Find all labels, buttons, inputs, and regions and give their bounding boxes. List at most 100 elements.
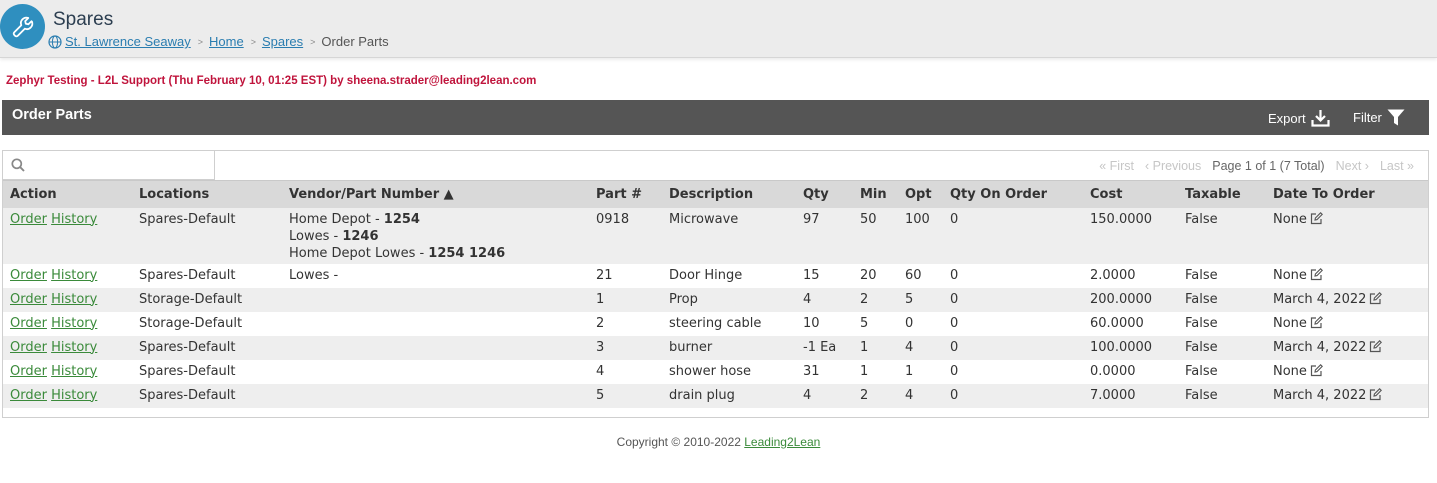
location-cell: Spares-Default <box>132 207 282 264</box>
description-cell: burner <box>662 335 796 360</box>
breadcrumb-home-link[interactable]: Home <box>209 34 244 49</box>
vendor-part-number: 1246 <box>342 228 379 244</box>
location-cell: Storage-Default <box>139 315 243 331</box>
order-link[interactable]: Order <box>10 268 47 283</box>
date-to-order-value: March 4, 2022 <box>1273 291 1367 307</box>
edit-icon[interactable] <box>1369 291 1383 310</box>
edit-icon[interactable] <box>1369 339 1383 358</box>
vendor-cell <box>282 383 589 408</box>
column-header-part-number[interactable]: Part # <box>589 180 662 208</box>
history-link[interactable]: History <box>51 340 97 355</box>
breadcrumb-spares-link[interactable]: Spares <box>262 34 303 49</box>
order-parts-grid: « First ‹ Previous Page 1 of 1 (7 Total)… <box>2 150 1429 418</box>
pager-last[interactable]: Last » <box>1380 159 1414 173</box>
breadcrumb: St. Lawrence Seaway > Home > Spares > Or… <box>48 34 389 49</box>
pager-next[interactable]: Next › <box>1336 159 1369 173</box>
column-header-description[interactable]: Description <box>662 180 796 208</box>
order-link[interactable]: Order <box>10 340 47 355</box>
description-cell: Microwave <box>662 207 796 264</box>
breadcrumb-separator: > <box>197 36 203 47</box>
vendor-name: Lowes - <box>289 267 339 283</box>
vendor-part-number: 1254 1246 <box>428 245 506 261</box>
min-cell: 2 <box>853 287 898 312</box>
part-number-cell: 1 <box>589 287 662 312</box>
order-link[interactable]: Order <box>10 212 47 227</box>
date-to-order-value: None <box>1273 363 1307 379</box>
qty-on-order-cell: 0 <box>943 383 1083 408</box>
description-cell: shower hose <box>669 363 752 379</box>
part-number-cell: 0918 <box>589 207 662 264</box>
breadcrumb-separator: > <box>310 36 316 47</box>
order-link[interactable]: Order <box>10 364 47 379</box>
action-cell: Order History <box>3 207 132 264</box>
column-header-qty[interactable]: Qty <box>796 180 853 208</box>
edit-icon[interactable] <box>1369 387 1383 406</box>
taxable-cell: False <box>1178 335 1266 360</box>
company-link[interactable]: Leading2Lean <box>744 435 820 449</box>
history-link[interactable]: History <box>51 316 97 331</box>
date-to-order-cell: March 4, 2022 <box>1266 287 1428 312</box>
table-row: Order History Spares-Default Lowes - 21 Doo… <box>3 264 1428 288</box>
cost-cell: 150.0000 <box>1083 207 1178 264</box>
column-header-date-to-order[interactable]: Date To Order <box>1266 180 1428 208</box>
column-header-qty-on-order[interactable]: Qty On Order <box>943 180 1083 208</box>
cost-cell: 200.0000 <box>1083 287 1178 312</box>
action-cell: Order History <box>3 335 132 360</box>
vendor-name: Lowes - <box>289 228 343 244</box>
breadcrumb-site-link[interactable]: St. Lawrence Seaway <box>65 34 191 49</box>
history-link[interactable]: History <box>51 364 97 379</box>
vendor-cell <box>282 287 589 312</box>
edit-icon[interactable] <box>1310 211 1323 230</box>
cost-cell: 60.0000 <box>1090 315 1144 331</box>
part-number-cell: 3 <box>589 335 662 360</box>
column-header-vendor-part-number[interactable]: Vendor/Part Number ▲ <box>282 180 589 208</box>
column-header-cost[interactable]: Cost <box>1083 180 1178 208</box>
filter-button[interactable]: Filter <box>1353 109 1405 126</box>
column-header-min[interactable]: Min <box>853 180 898 208</box>
search-box[interactable] <box>3 151 215 180</box>
table-row: Order History Spares-Default 5 drain plug 4 2… <box>3 383 1428 408</box>
pager-first[interactable]: « First <box>1099 159 1134 173</box>
table-row: Order History Spares-Default Home Depot - … <box>3 207 1428 264</box>
opt-cell: 0 <box>905 315 914 331</box>
opt-cell: 4 <box>898 383 943 408</box>
column-header-locations[interactable]: Locations <box>132 180 282 208</box>
panel-header: Order Parts Export Filter <box>2 100 1429 135</box>
opt-cell: 100 <box>898 207 943 264</box>
qty-cell: 4 <box>796 287 853 312</box>
filter-label: Filter <box>1353 110 1382 125</box>
action-cell: Order History <box>3 312 132 336</box>
description-cell: steering cable <box>669 315 762 331</box>
edit-icon[interactable] <box>1310 315 1323 334</box>
action-cell: Order History <box>3 360 132 384</box>
edit-icon[interactable] <box>1310 363 1323 382</box>
history-link[interactable]: History <box>51 388 97 403</box>
copyright-text: Copyright © 2010-2022 <box>616 435 745 449</box>
description-cell: Prop <box>662 287 796 312</box>
qty-cell: 10 <box>803 315 820 331</box>
location-cell: Spares-Default <box>139 363 236 379</box>
column-header-taxable[interactable]: Taxable <box>1178 180 1266 208</box>
search-input[interactable] <box>29 157 209 173</box>
part-number-cell: 21 <box>596 267 613 283</box>
qty-on-order-cell: 0 <box>950 267 959 283</box>
history-link[interactable]: History <box>51 292 97 307</box>
qty-on-order-cell: 0 <box>950 315 959 331</box>
breadcrumb-current: Order Parts <box>321 34 389 49</box>
column-header-opt[interactable]: Opt <box>898 180 943 208</box>
history-link[interactable]: History <box>51 212 97 227</box>
location-cell: Spares-Default <box>139 267 236 283</box>
date-to-order-cell: March 4, 2022 <box>1266 335 1428 360</box>
export-button[interactable]: Export <box>1268 109 1330 127</box>
description-cell: Door Hinge <box>669 267 743 283</box>
order-link[interactable]: Order <box>10 316 47 331</box>
edit-icon[interactable] <box>1310 267 1323 286</box>
vendor-name: Home Depot - <box>289 211 384 227</box>
pager-previous[interactable]: ‹ Previous <box>1145 159 1201 173</box>
order-link[interactable]: Order <box>10 292 47 307</box>
min-cell: 1 <box>853 335 898 360</box>
vendor-name: Home Depot Lowes - <box>289 245 429 261</box>
order-link[interactable]: Order <box>10 388 47 403</box>
history-link[interactable]: History <box>51 268 97 283</box>
qty-on-order-cell: 0 <box>943 335 1083 360</box>
